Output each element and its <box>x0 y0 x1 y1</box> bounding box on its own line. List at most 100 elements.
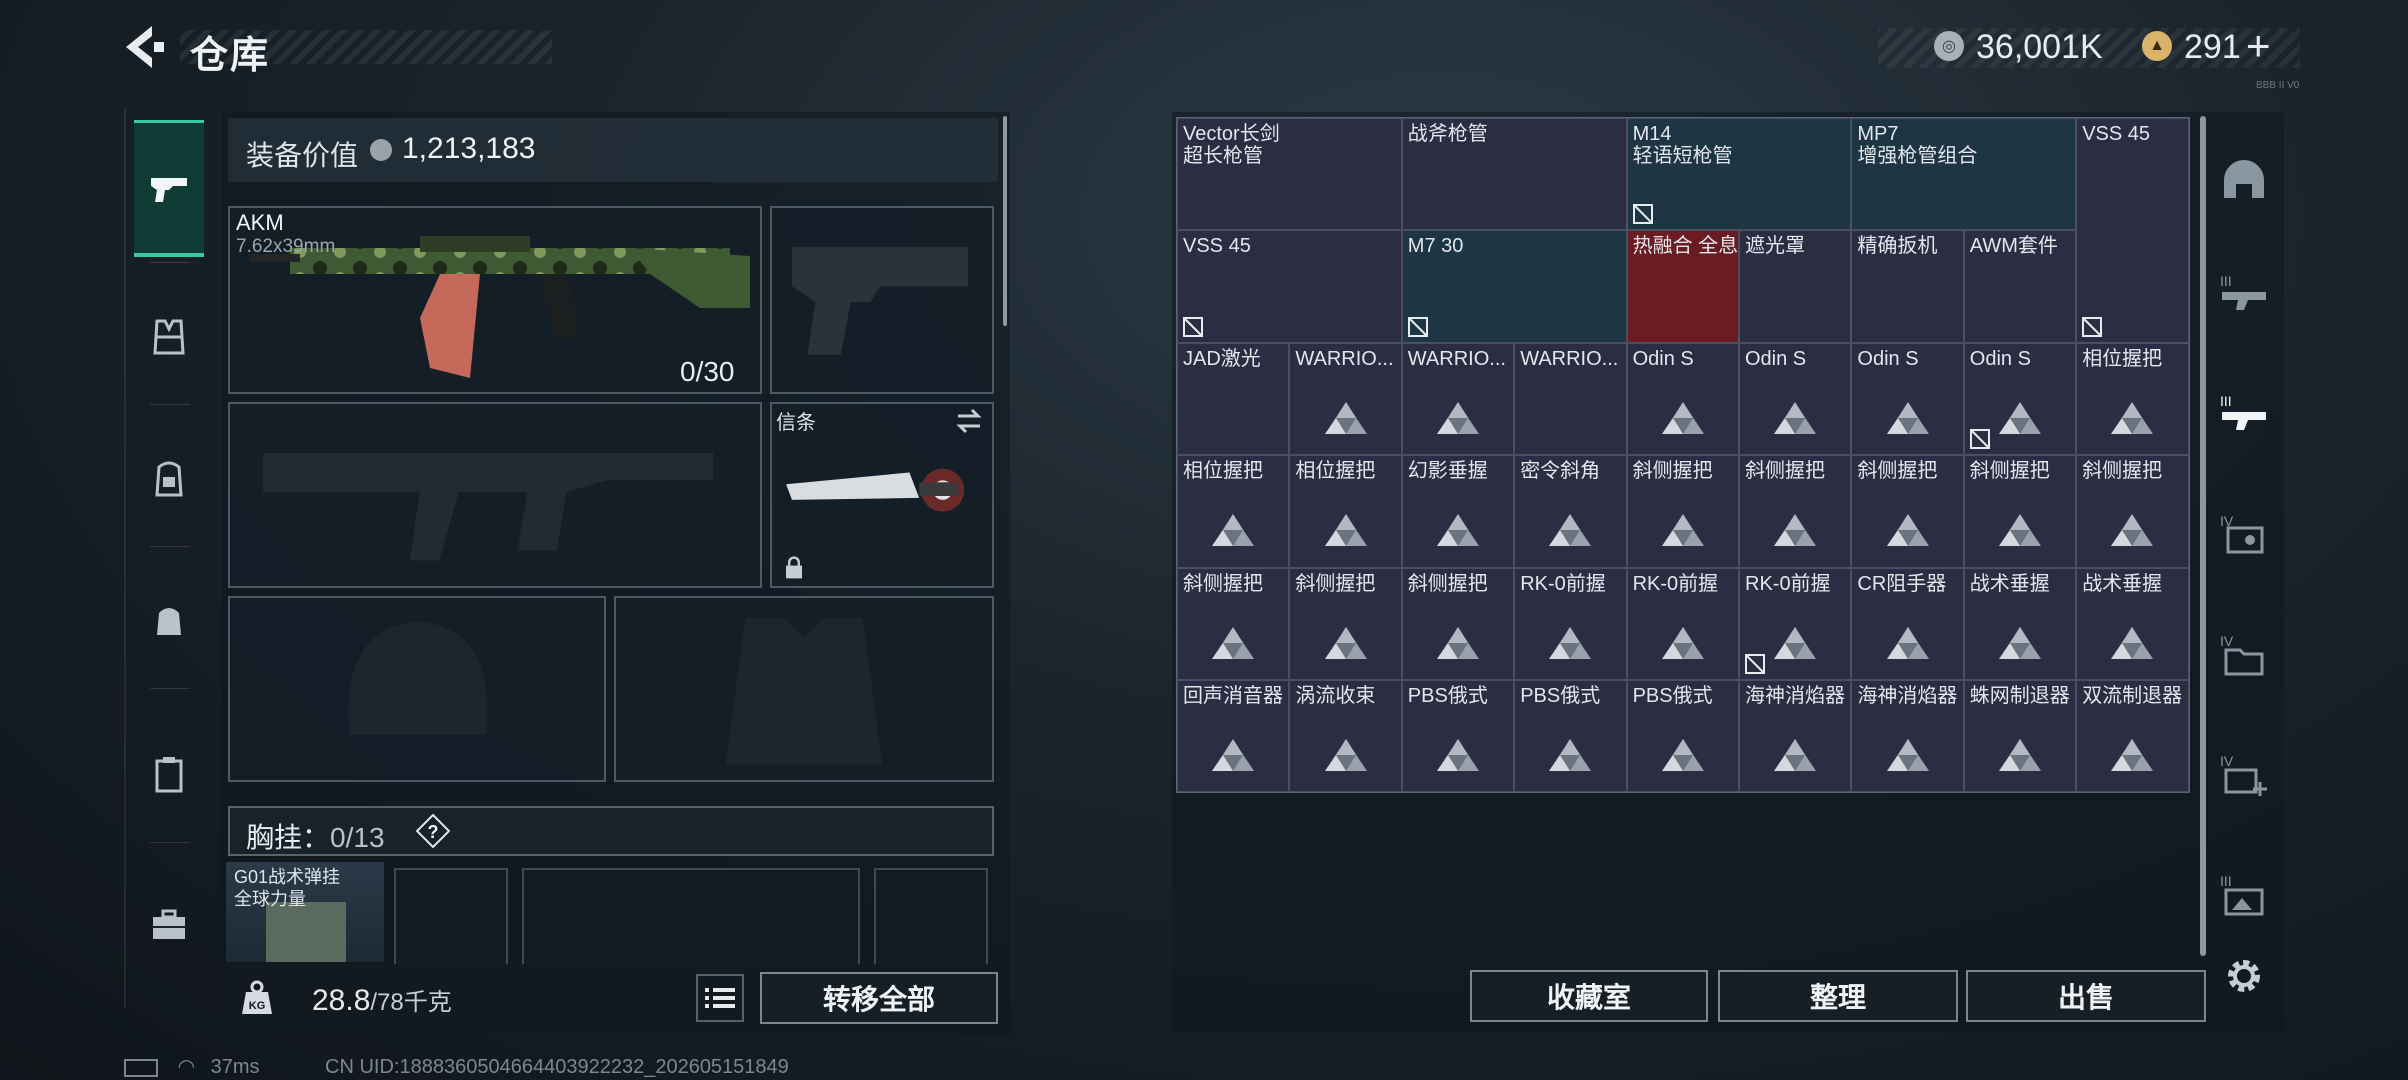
tab-level4-folder[interactable]: IV <box>2214 626 2274 686</box>
tab-vest[interactable] <box>134 272 204 402</box>
stash-item[interactable]: 涡流收束 <box>1289 680 1402 793</box>
tab-helmet[interactable] <box>2214 150 2274 210</box>
stash-item[interactable]: 斜侧握把 <box>1739 455 1852 568</box>
stash-item[interactable]: 双流制退器 <box>2076 680 2189 793</box>
primary-weapon-name: AKM <box>236 210 284 235</box>
helmet-slot[interactable] <box>228 596 606 782</box>
stash-item[interactable]: 战术垂握 <box>2076 567 2189 680</box>
stash-item[interactable]: PBS俄式 <box>1626 680 1739 793</box>
item-rarity-icon <box>2109 625 2155 661</box>
stash-item-label: 斜侧握把 <box>1745 460 1825 483</box>
stash-item[interactable]: JAD激光 <box>1177 342 1290 456</box>
back-arrow-icon <box>126 26 164 68</box>
stash-item[interactable]: WARRIO... <box>1514 342 1627 456</box>
stash-item[interactable]: VSS 45 <box>1177 230 1402 343</box>
stash-item[interactable]: 斜侧握把 <box>2076 455 2189 568</box>
transfer-all-button[interactable]: 转移全部 <box>760 972 998 1024</box>
stash-item[interactable]: 斜侧握把 <box>1401 567 1515 680</box>
stash-item[interactable]: 蛛网制退器 <box>1963 680 2077 793</box>
stash-item[interactable]: CR阻手器 <box>1851 567 1964 680</box>
chest-rig-cell[interactable] <box>522 868 860 966</box>
tab-toolbox[interactable] <box>134 860 204 990</box>
stash-item[interactable]: 战斧枪管 <box>1401 118 1627 231</box>
stash-item[interactable]: M7 30 <box>1401 230 1627 343</box>
unidentified-icon <box>1632 203 1654 225</box>
stash-item[interactable]: 战术垂握 <box>1963 567 2077 680</box>
help-button[interactable]: ? <box>415 813 451 849</box>
stash-item[interactable]: 相位握把 <box>1289 455 1402 568</box>
armor-slot[interactable] <box>614 596 994 782</box>
item-rarity-icon <box>1885 737 1931 773</box>
tab-level3-gun[interactable]: III <box>2214 266 2274 326</box>
stash-item[interactable]: 密令斜角 <box>1514 455 1627 568</box>
list-view-button[interactable] <box>696 974 744 1022</box>
stash-item[interactable]: 斜侧握把 <box>1289 567 1402 680</box>
stash-item[interactable]: 相位握把 <box>1177 455 1290 568</box>
equipment-scrollbar[interactable] <box>1003 116 1007 326</box>
carry-weight-max: /78千克 <box>370 989 452 1016</box>
stash-item[interactable]: RK-0前握 <box>1514 567 1627 680</box>
tab-level3-gun-active[interactable]: III <box>2214 386 2274 446</box>
pistol-slot[interactable] <box>770 206 994 394</box>
svg-text:IV: IV <box>2220 633 2234 649</box>
stash-item[interactable]: VSS 45 <box>2076 118 2189 343</box>
stash-item[interactable]: MP7 增强枪管组合 <box>1851 118 2077 231</box>
back-button[interactable] <box>118 22 168 72</box>
divider <box>150 842 190 843</box>
tab-case[interactable] <box>134 710 204 840</box>
stash-item[interactable]: Odin S <box>1739 342 1852 456</box>
secondary-weapon-slot[interactable] <box>228 402 762 588</box>
stash-item[interactable]: 海神消焰器 <box>1851 680 1964 793</box>
item-rarity-icon <box>1435 625 1481 661</box>
stash-item[interactable]: 斜侧握把 <box>1626 455 1739 568</box>
stash-item[interactable]: Odin S <box>1851 342 1964 456</box>
stash-item[interactable]: 幻影垂握 <box>1401 455 1515 568</box>
stash-item[interactable]: AWM套件 <box>1963 230 2077 343</box>
stash-item[interactable]: 热融合 全息 <box>1626 230 1739 343</box>
stash-item[interactable]: PBS俄式 <box>1401 680 1515 793</box>
stash-item-label: MP7 增强枪管组合 <box>1857 123 1978 167</box>
stash-scrollbar[interactable] <box>2200 116 2206 956</box>
tab-weapon[interactable] <box>134 120 204 257</box>
tab-backpack-alt[interactable] <box>134 414 204 544</box>
sort-button[interactable]: 整理 <box>1718 970 1958 1022</box>
chest-rig-cell[interactable] <box>394 868 508 966</box>
collection-room-button[interactable]: 收藏室 <box>1470 970 1708 1022</box>
settings-button[interactable] <box>2222 954 2266 998</box>
stash-item-label: 精确扳机 <box>1857 235 1938 258</box>
stash-item[interactable]: M14 轻语短枪管 <box>1626 118 1852 231</box>
stash-item[interactable]: 斜侧握把 <box>1851 455 1964 568</box>
add-currency-button[interactable]: + <box>2246 22 2271 70</box>
sell-button[interactable]: 出售 <box>1966 970 2206 1022</box>
stash-item[interactable]: Odin S <box>1626 342 1739 456</box>
stash-item[interactable]: 斜侧握把 <box>1177 567 1290 680</box>
tab-level4-card[interactable]: IV <box>2214 506 2274 566</box>
stash-item[interactable]: 回声消音器 <box>1177 680 1290 793</box>
stash-item-label: 相位握把 <box>1295 460 1376 483</box>
tab-backpack[interactable] <box>134 556 204 686</box>
tab-level4-medkit[interactable]: IV <box>2214 746 2274 806</box>
stash-item[interactable]: 斜侧握把 <box>1963 455 2077 568</box>
chest-rig-title: 胸挂： <box>246 822 331 853</box>
stash-item[interactable]: 精确扳机 <box>1851 230 1964 343</box>
stash-item[interactable]: RK-0前握 <box>1626 567 1739 680</box>
stash-item[interactable]: WARRIO... <box>1401 342 1515 456</box>
stash-item[interactable]: 遮光罩 <box>1739 230 1852 343</box>
swap-icon[interactable] <box>954 406 984 436</box>
stash-item[interactable]: RK-0前握 <box>1739 567 1852 680</box>
stash-item[interactable]: 相位握把 <box>2076 342 2189 456</box>
stash-item[interactable]: PBS俄式 <box>1514 680 1627 793</box>
stash-item[interactable]: 海神消焰器 <box>1739 680 1852 793</box>
stash-item-label: WARRIO... <box>1295 347 1394 370</box>
folder-level4-icon: IV <box>2220 633 2264 676</box>
divider <box>150 546 190 547</box>
stash-item[interactable]: Vector长剑 超长枪管 <box>1177 118 1402 231</box>
chest-rig-cell[interactable] <box>874 868 988 966</box>
stash-item-label: M14 轻语短枪管 <box>1632 123 1733 167</box>
stash-item[interactable]: Odin S <box>1963 342 2077 456</box>
stash-item[interactable]: WARRIO... <box>1289 342 1402 456</box>
card-level4-icon: IV <box>2220 513 2264 554</box>
tab-level3-photo[interactable]: III <box>2214 866 2274 926</box>
svg-text:III: III <box>2220 873 2232 889</box>
chest-rig-count: 0/13 <box>330 822 385 853</box>
